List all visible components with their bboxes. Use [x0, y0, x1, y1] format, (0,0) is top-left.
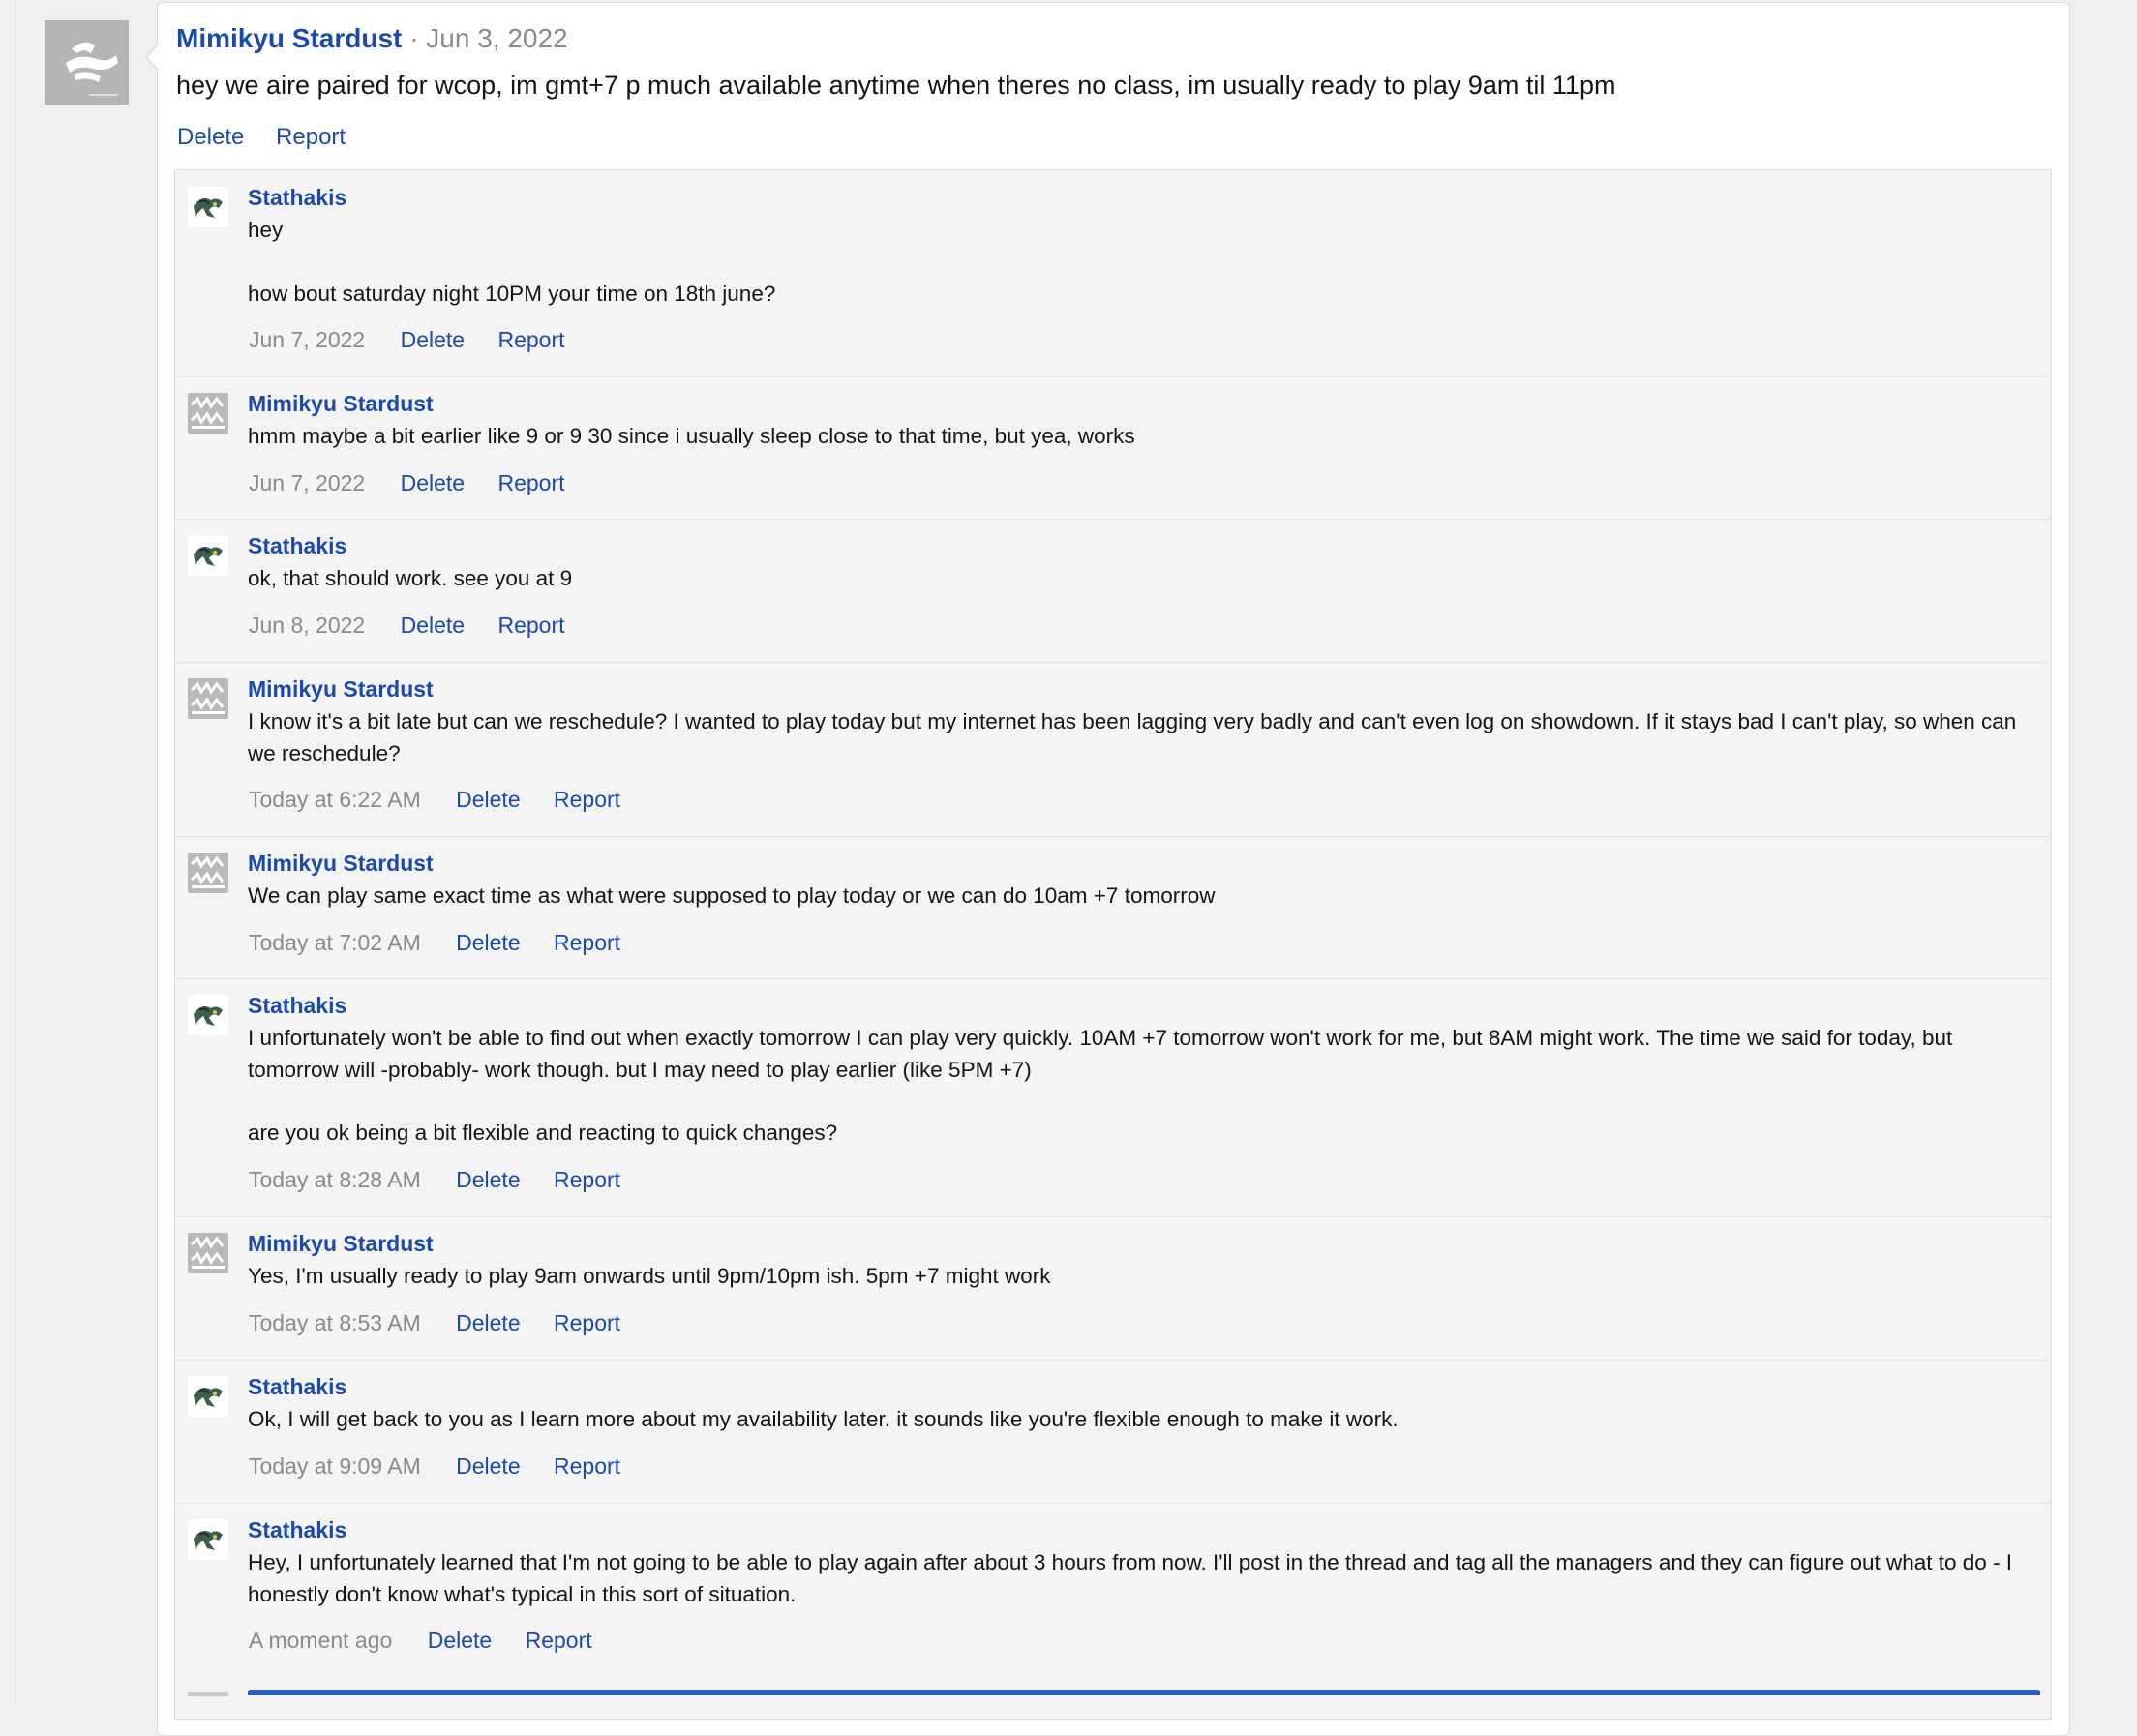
comment-thread: Stathakis hey how bout saturday night 10… — [174, 169, 2052, 1720]
comment-date[interactable]: Today at 6:22 AM — [249, 787, 421, 812]
comment-date[interactable]: Today at 8:28 AM — [249, 1167, 421, 1192]
comment: Mimikyu Stardust Yes, I'm usually ready … — [175, 1216, 2051, 1361]
post-separator: · — [409, 23, 419, 53]
report-button[interactable]: Report — [554, 1453, 620, 1479]
report-button[interactable]: Report — [554, 930, 620, 955]
delete-button[interactable]: Delete — [428, 1628, 492, 1653]
comment-meta: Today at 8:53 AM Delete Report — [249, 1308, 647, 1337]
comment-author[interactable]: Mimikyu Stardust — [248, 389, 434, 418]
comment-text: hmm maybe a bit earlier like 9 or 9 30 s… — [248, 421, 2038, 453]
comment-paragraph: I unfortunately won't be able to find ou… — [248, 1026, 1953, 1082]
report-button[interactable]: Report — [526, 1628, 592, 1653]
comment-paragraph: We can play same exact time as what were… — [248, 883, 1216, 908]
comment-date[interactable]: Today at 7:02 AM — [249, 930, 421, 955]
comment-author[interactable]: Stathakis — [248, 991, 346, 1020]
comment-paragraph: Ok, I will get back to you as I learn mo… — [248, 1407, 1399, 1431]
delete-button[interactable]: Delete — [401, 613, 465, 638]
comment-meta: Jun 8, 2022 Delete Report — [249, 611, 592, 640]
stathakis-avatar[interactable] — [188, 187, 228, 227]
delete-button[interactable]: Delete — [456, 1310, 520, 1335]
delete-button[interactable]: Delete — [401, 470, 465, 495]
comment-paragraph: Yes, I'm usually ready to play 9am onwar… — [248, 1264, 1051, 1288]
comment-text: I know it's a bit late but can we resche… — [248, 706, 2038, 769]
mimikyu-avatar[interactable] — [188, 1233, 228, 1273]
comment-meta: Jun 7, 2022 Delete Report — [249, 468, 592, 497]
comment-author[interactable]: Stathakis — [248, 1515, 346, 1544]
delete-button[interactable]: Delete — [456, 1167, 520, 1192]
report-button[interactable]: Report — [497, 613, 564, 638]
mimikyu-avatar[interactable] — [188, 853, 228, 893]
comment-text: Hey, I unfortunately learned that I'm no… — [248, 1547, 2038, 1610]
comment-meta: Today at 7:02 AM Delete Report — [249, 928, 647, 957]
comment-paragraph: I know it's a bit late but can we resche… — [248, 709, 2017, 765]
comment-date[interactable]: Jun 7, 2022 — [249, 470, 365, 495]
stathakis-avatar[interactable] — [188, 995, 228, 1035]
comment-text: hey how bout saturday night 10PM your ti… — [248, 215, 2038, 310]
comment-text: I unfortunately won't be able to find ou… — [248, 1023, 2038, 1150]
comment-date[interactable]: Jun 8, 2022 — [249, 613, 365, 638]
comment-date[interactable]: A moment ago — [249, 1628, 392, 1653]
comment-text: Ok, I will get back to you as I learn mo… — [248, 1404, 2038, 1436]
comment-author[interactable]: Mimikyu Stardust — [248, 674, 434, 703]
comment-paragraph: how bout saturday night 10PM your time o… — [248, 281, 776, 306]
report-button[interactable]: Report — [497, 327, 564, 352]
post-date[interactable]: Jun 3, 2022 — [426, 23, 567, 53]
post-header: Mimikyu Stardust · Jun 3, 2022 — [176, 21, 568, 56]
comment: Mimikyu Stardust hmm maybe a bit earlier… — [175, 376, 2051, 520]
report-button[interactable]: Report — [554, 1310, 620, 1335]
stathakis-avatar[interactable] — [188, 1519, 228, 1560]
comment-author[interactable]: Stathakis — [248, 1372, 346, 1401]
comment-text: ok, that should work. see you at 9 — [248, 563, 2038, 595]
comment: Stathakis hey how bout saturday night 10… — [175, 170, 2051, 377]
left-gutter — [0, 0, 16, 1703]
delete-button[interactable]: Delete — [456, 930, 520, 955]
comment-date[interactable]: Jun 7, 2022 — [249, 327, 365, 352]
stathakis-avatar[interactable] — [188, 535, 228, 576]
reply-form-avatar — [188, 1692, 228, 1696]
comment-meta: Today at 8:28 AM Delete Report — [249, 1165, 647, 1194]
report-button[interactable]: Report — [276, 124, 346, 150]
comment-author[interactable]: Mimikyu Stardust — [248, 849, 434, 878]
comment: Mimikyu Stardust I know it's a bit late … — [175, 662, 2051, 837]
comment-meta: Today at 9:09 AM Delete Report — [249, 1452, 647, 1481]
comment-author[interactable]: Stathakis — [248, 183, 346, 212]
comment: Stathakis I unfortunately won't be able … — [175, 978, 2051, 1217]
comment-date[interactable]: Today at 8:53 AM — [249, 1310, 421, 1335]
comment-paragraph: hey — [248, 218, 284, 242]
reply-input-focus-bar[interactable] — [248, 1690, 2040, 1695]
comment-date[interactable]: Today at 9:09 AM — [249, 1453, 421, 1479]
comment-text: Yes, I'm usually ready to play 9am onwar… — [248, 1261, 2038, 1293]
profile-avatar[interactable] — [45, 20, 129, 105]
delete-button[interactable]: Delete — [456, 1453, 520, 1479]
delete-button[interactable]: Delete — [401, 327, 465, 352]
report-button[interactable]: Report — [554, 787, 620, 812]
report-button[interactable]: Report — [554, 1167, 620, 1192]
comment-paragraph: are you ok being a bit flexible and reac… — [248, 1121, 838, 1145]
delete-button[interactable]: Delete — [177, 124, 244, 150]
comment-meta: A moment ago Delete Report — [249, 1626, 619, 1655]
stathakis-avatar[interactable] — [188, 1376, 228, 1417]
post-author[interactable]: Mimikyu Stardust — [176, 23, 402, 53]
comment: Stathakis Ok, I will get back to you as … — [175, 1360, 2051, 1504]
comment: Stathakis Hey, I unfortunately learned t… — [175, 1503, 2051, 1677]
mimikyu-avatar[interactable] — [188, 393, 228, 434]
post-actions: Delete Report — [177, 122, 371, 153]
comment-text: We can play same exact time as what were… — [248, 881, 2038, 913]
comment-meta: Jun 7, 2022 Delete Report — [249, 325, 592, 354]
delete-button[interactable]: Delete — [456, 787, 520, 812]
comment-author[interactable]: Stathakis — [248, 531, 346, 560]
card-pointer-inner — [147, 45, 159, 70]
comment-meta: Today at 6:22 AM Delete Report — [249, 785, 647, 814]
comment: Stathakis ok, that should work. see you … — [175, 519, 2051, 663]
report-button[interactable]: Report — [497, 470, 564, 495]
comment-paragraph: ok, that should work. see you at 9 — [248, 566, 573, 590]
mimikyu-avatar[interactable] — [188, 678, 228, 719]
post-message: hey we aire paired for wcop, im gmt+7 p … — [176, 71, 1616, 100]
comment-paragraph: hmm maybe a bit earlier like 9 or 9 30 s… — [248, 424, 1135, 448]
comment-paragraph: Hey, I unfortunately learned that I'm no… — [248, 1550, 2013, 1606]
comment: Mimikyu Stardust We can play same exact … — [175, 836, 2051, 979]
comment-author[interactable]: Mimikyu Stardust — [248, 1229, 434, 1258]
